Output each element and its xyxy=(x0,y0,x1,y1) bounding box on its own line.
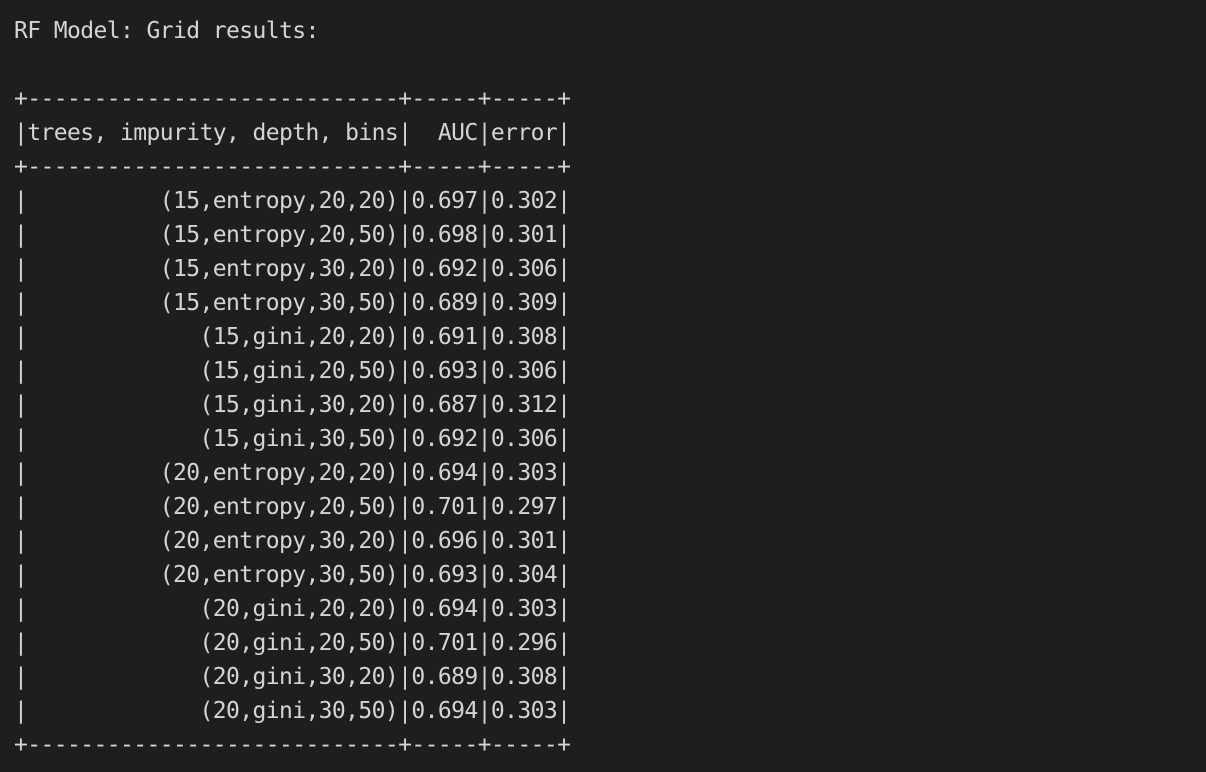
terminal-output: RF Model: Grid results: +---------------… xyxy=(14,14,1206,772)
output-heading: RF Model: Grid results: xyxy=(14,18,319,44)
table-row: | (20,entropy,30,50)|0.693|0.304| xyxy=(14,562,571,588)
table-row: | (15,gini,30,20)|0.687|0.312| xyxy=(14,392,571,418)
table-row: | (20,gini,30,50)|0.694|0.303| xyxy=(14,698,571,724)
table-row: | (20,gini,20,50)|0.701|0.296| xyxy=(14,630,571,656)
table-row: | (20,gini,20,20)|0.694|0.303| xyxy=(14,596,571,622)
table-row: | (15,entropy,20,20)|0.697|0.302| xyxy=(14,188,571,214)
table-row: | (20,entropy,20,50)|0.701|0.297| xyxy=(14,494,571,520)
table-row: | (15,gini,20,50)|0.693|0.306| xyxy=(14,358,571,384)
table-row: | (15,entropy,30,50)|0.689|0.309| xyxy=(14,290,571,316)
table-row: | (15,gini,20,20)|0.691|0.308| xyxy=(14,324,571,350)
table-row: | (15,entropy,30,20)|0.692|0.306| xyxy=(14,256,571,282)
table-row: | (20,entropy,30,20)|0.696|0.301| xyxy=(14,528,571,554)
table-row: | (15,gini,30,50)|0.692|0.306| xyxy=(14,426,571,452)
table-row: | (20,gini,30,20)|0.689|0.308| xyxy=(14,664,571,690)
table-header: |trees, impurity, depth, bins| AUC|error… xyxy=(14,120,571,146)
table-row: | (20,entropy,20,20)|0.694|0.303| xyxy=(14,460,571,486)
table-row: | (15,entropy,20,50)|0.698|0.301| xyxy=(14,222,571,248)
table-border-header: +----------------------------+-----+----… xyxy=(14,154,571,180)
table-border-top: +----------------------------+-----+----… xyxy=(14,86,571,112)
table-border-bottom: +----------------------------+-----+----… xyxy=(14,732,571,758)
